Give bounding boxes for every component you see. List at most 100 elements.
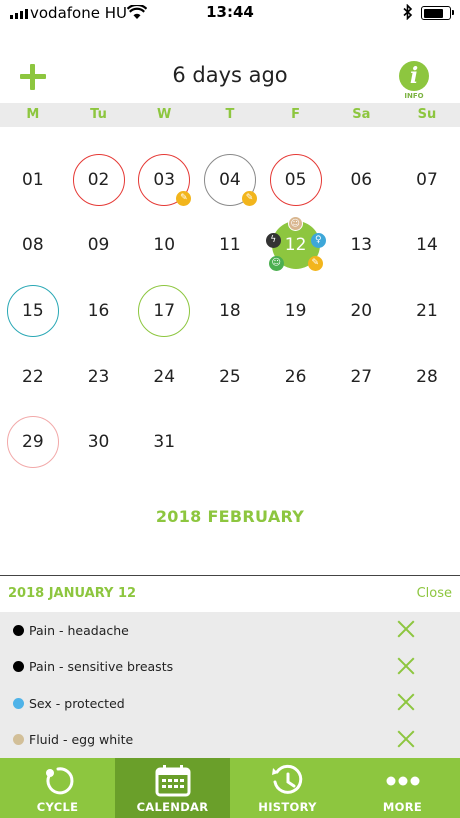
day-number: 11: [219, 235, 241, 256]
symptom-color-dot: [13, 734, 24, 746]
calendar-week-row: 01 02 03 ✎ 04 ✎ 05 06 07: [0, 147, 460, 213]
day-number: 07: [416, 169, 438, 190]
symptom-color-dot: [13, 697, 24, 709]
day-number: 28: [416, 366, 438, 387]
day-number: 04: [219, 169, 241, 190]
calendar-day[interactable]: 14: [394, 213, 460, 279]
calendar-day[interactable]: 23: [66, 344, 132, 410]
calendar-week-row: 15 16 17 18 19 20 21: [0, 278, 460, 344]
pencil-icon: ✎: [242, 191, 258, 206]
day-number: 16: [87, 300, 110, 321]
weekday-header: M Tu W T F Sa Su: [0, 103, 460, 127]
day-number: 22: [22, 366, 44, 387]
calendar-day[interactable]: 01: [0, 147, 66, 213]
day-number: 30: [87, 432, 110, 453]
calendar-day[interactable]: 19: [263, 278, 329, 344]
calendar-day[interactable]: 24: [131, 344, 197, 410]
calendar-day[interactable]: 15: [0, 278, 66, 344]
calendar-day[interactable]: 09: [66, 213, 132, 279]
day-number: 21: [416, 300, 438, 321]
info-label: INFO: [404, 92, 424, 100]
symptom-label: Pain - headache: [29, 622, 129, 638]
close-button[interactable]: Close: [417, 586, 452, 601]
calendar-day[interactable]: 17: [131, 278, 197, 344]
remove-icon[interactable]: [396, 729, 416, 749]
day-number: 23: [87, 366, 110, 387]
tab-label: CYCLE: [36, 800, 79, 814]
day-number: 08: [22, 235, 44, 256]
detail-date: 2018 JANUARY 12: [8, 586, 137, 601]
day-number: 05: [284, 169, 307, 190]
day-number: 01: [22, 169, 44, 190]
day-number: 18: [219, 300, 241, 321]
symptom-label: Fluid - egg white: [29, 732, 134, 748]
day-number: 24: [153, 366, 176, 387]
page-title: 6 days ago: [172, 63, 288, 87]
info-button[interactable]: i INFO: [397, 61, 431, 103]
calendar-day[interactable]: 16: [66, 278, 132, 344]
calendar-day[interactable]: 22: [0, 344, 66, 410]
tab-history[interactable]: HISTORY: [230, 758, 345, 818]
pencil-icon: ✎: [176, 191, 192, 206]
symptom-list: Pain - headache Pain - sensitive breasts S…: [0, 612, 460, 758]
detail-header: 2018 JANUARY 12 Close: [0, 576, 460, 612]
calendar-day[interactable]: 25: [197, 344, 263, 410]
calendar-day[interactable]: 28: [394, 344, 460, 410]
day-number: 09: [87, 235, 110, 256]
sex-icon: ♀: [310, 232, 326, 248]
day-number: 12: [284, 235, 307, 256]
calendar-day[interactable]: 21: [394, 278, 460, 344]
calendar-day[interactable]: 13: [328, 213, 394, 279]
day-number: 13: [350, 235, 373, 256]
symptom-item: Fluid - egg white: [0, 722, 460, 759]
day-number: 27: [350, 366, 373, 387]
face-icon: ☺: [287, 215, 303, 231]
remove-icon[interactable]: [396, 656, 416, 676]
status-bar: vodafone HU 13:44: [0, 0, 460, 26]
calendar-day[interactable]: 03 ✎: [131, 147, 197, 213]
day-number: 31: [153, 432, 176, 453]
symptom-color-dot: [13, 624, 24, 636]
day-number: 25: [219, 366, 241, 387]
calendar-day[interactable]: 31: [131, 409, 197, 475]
calendar-grid: 01 02 03 ✎ 04 ✎ 05 06 07 08 09 10 11 ☺ ϟ ♀ ☺ ✎ 12 13 14 15 16 1…: [0, 147, 460, 475]
calendar-day[interactable]: 10: [131, 213, 197, 279]
tab-bar: CYCLE CALENDAR HISTORY MORE: [0, 758, 460, 818]
cycle-icon: [45, 767, 73, 795]
symptom-color-dot: [13, 661, 24, 673]
calendar-day[interactable]: 18: [197, 278, 263, 344]
calendar-day[interactable]: 30: [66, 409, 132, 475]
calendar-day-selected[interactable]: ☺ ϟ ♀ ☺ ✎ 12: [263, 213, 329, 279]
bluetooth-icon: [403, 4, 413, 20]
weekday-label: Tu: [90, 107, 107, 122]
weekday-label: Su: [417, 107, 437, 122]
symptom-label: Sex - protected: [29, 695, 125, 711]
calendar-day[interactable]: 02: [66, 147, 132, 213]
tab-label: MORE: [382, 800, 423, 814]
calendar-day[interactable]: 06: [328, 147, 394, 213]
day-number: 10: [153, 235, 176, 256]
calendar-day[interactable]: 27: [328, 344, 394, 410]
battery-icon: [421, 6, 454, 20]
calendar-day[interactable]: 07: [394, 147, 460, 213]
tab-cycle[interactable]: CYCLE: [0, 758, 115, 818]
mood-icon: ☺: [268, 255, 284, 271]
symptom-item: Pain - sensitive breasts: [0, 649, 460, 686]
day-number: 06: [350, 169, 373, 190]
calendar-day[interactable]: 11: [197, 213, 263, 279]
remove-icon[interactable]: [396, 619, 416, 639]
tab-calendar[interactable]: CALENDAR: [115, 758, 230, 818]
day-number: 15: [22, 300, 44, 321]
calendar-week-row: 22 23 24 25 26 27 28: [0, 344, 460, 410]
calendar-day[interactable]: 04 ✎: [197, 147, 263, 213]
calendar-day[interactable]: 20: [328, 278, 394, 344]
calendar-day[interactable]: 05: [263, 147, 329, 213]
weekday-label: T: [225, 107, 235, 122]
weekday-label: Sa: [352, 107, 371, 122]
remove-icon[interactable]: [396, 692, 416, 712]
calendar-day[interactable]: 26: [263, 344, 329, 410]
calendar-day[interactable]: 29: [0, 409, 66, 475]
tab-more[interactable]: MORE: [345, 758, 460, 818]
calendar-day[interactable]: 08: [0, 213, 66, 279]
pain-icon: ϟ: [265, 232, 281, 248]
